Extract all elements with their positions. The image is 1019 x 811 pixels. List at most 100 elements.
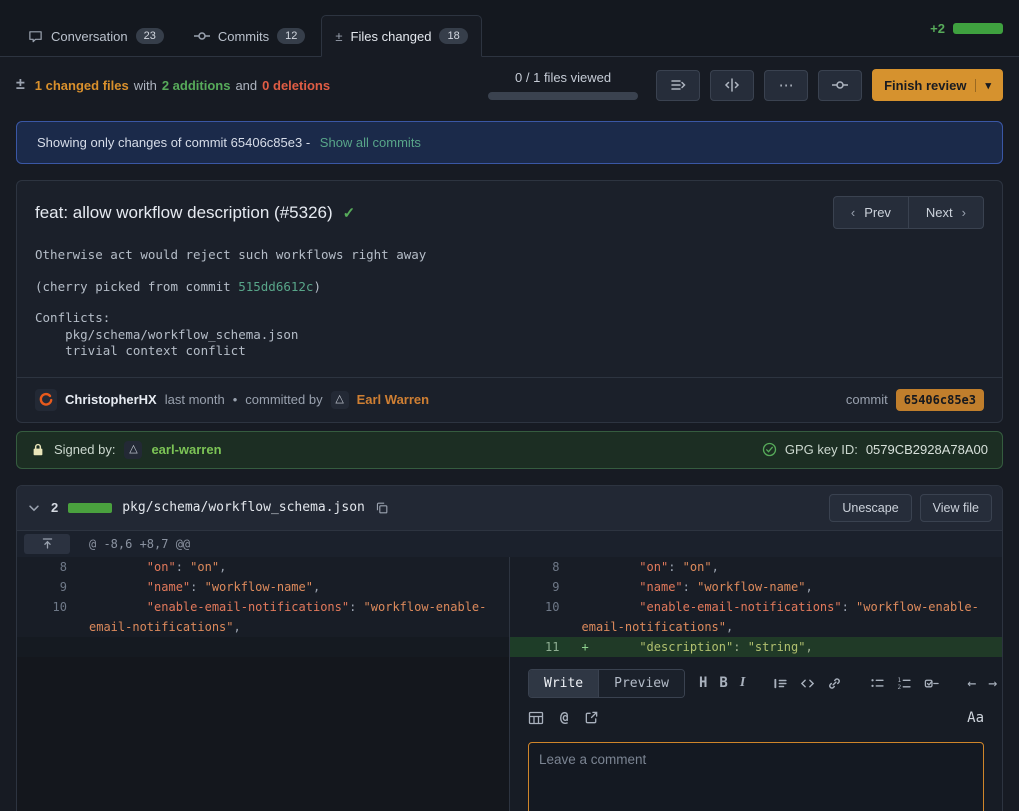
- right-code-line[interactable]: "enable-email-notifications": "workflow-…: [570, 597, 1003, 637]
- file-tree-toggle-button[interactable]: [656, 70, 700, 101]
- commit-conflicts-block: Conflicts: pkg/schema/workflow_schema.js…: [35, 310, 984, 360]
- commit-title: feat: allow workflow description (#5326): [35, 203, 333, 223]
- prev-label: Prev: [864, 205, 891, 220]
- left-code-line[interactable]: "enable-email-notifications": "workflow-…: [77, 597, 510, 637]
- review-additions-stat: +2: [930, 21, 1003, 36]
- commit-word-label: commit: [846, 392, 888, 407]
- right-code-line[interactable]: + "description": "string",: [570, 637, 1003, 657]
- pr-tab-bar: Conversation 23 Commits 12 ± Files chang…: [0, 0, 1019, 57]
- italic-icon[interactable]: I: [740, 676, 745, 690]
- commit-header: feat: allow workflow description (#5326)…: [17, 181, 1002, 239]
- notice-text: Showing only changes of commit 65406c85e…: [37, 135, 310, 150]
- write-tab[interactable]: Write: [529, 670, 598, 697]
- mention-icon[interactable]: @: [560, 711, 568, 725]
- expand-up-button[interactable]: [24, 534, 70, 554]
- show-all-commits-link[interactable]: Show all commits: [320, 135, 421, 150]
- bold-icon[interactable]: B: [719, 676, 727, 690]
- font-size-button[interactable]: Aa: [967, 711, 984, 725]
- left-line-number[interactable]: 10: [17, 597, 77, 637]
- files-viewed-bar: [488, 92, 638, 100]
- cherry-commit-link[interactable]: 515dd6612c: [238, 279, 313, 294]
- gpg-key-label: GPG key ID:: [785, 442, 858, 457]
- diff-options-button[interactable]: ⋯: [764, 70, 808, 101]
- task-list-icon[interactable]: [924, 676, 939, 691]
- code-icon[interactable]: [800, 676, 815, 691]
- diff-file-header: 2 pkg/schema/workflow_schema.json Unesca…: [17, 486, 1002, 531]
- signer-avatar[interactable]: △: [124, 441, 142, 459]
- and-word: and: [235, 78, 257, 93]
- right-line-number[interactable]: 8: [510, 557, 570, 577]
- commit-card: feat: allow workflow description (#5326)…: [16, 180, 1003, 423]
- added-sign: +: [582, 640, 589, 654]
- hunk-header-row: @ -8,6 +8,7 @@: [17, 531, 1002, 557]
- table-icon[interactable]: [528, 710, 544, 726]
- right-line-number[interactable]: 10: [510, 597, 570, 637]
- diff-file-card: 2 pkg/schema/workflow_schema.json Unesca…: [16, 485, 1003, 811]
- cherry-text-close: ): [313, 279, 321, 294]
- finish-review-button[interactable]: Finish review ▾: [872, 69, 1003, 101]
- commit-select-button[interactable]: [818, 70, 862, 101]
- bullet-list-icon[interactable]: [870, 676, 885, 691]
- right-code-line[interactable]: "on": "on",: [570, 557, 1003, 577]
- signed-by-label: Signed by:: [54, 442, 115, 457]
- left-code-line[interactable]: "name": "workflow-name",: [77, 577, 510, 597]
- tab-conversation[interactable]: Conversation 23: [14, 15, 178, 57]
- files-viewed-progress: 0 / 1 files viewed: [488, 70, 638, 100]
- link-icon[interactable]: [827, 676, 842, 691]
- redo-icon[interactable]: →: [988, 676, 997, 691]
- committer-name[interactable]: Earl Warren: [357, 392, 430, 407]
- cherry-text: (cherry picked from commit: [35, 279, 238, 294]
- signer-link[interactable]: earl-warren: [151, 442, 221, 457]
- comment-textarea[interactable]: [528, 742, 984, 811]
- editor-tabs: Write Preview: [528, 669, 685, 698]
- tab-files-changed[interactable]: ± Files changed 18: [321, 15, 481, 57]
- right-line-number[interactable]: 9: [510, 577, 570, 597]
- author-name[interactable]: ChristopherHX: [65, 392, 157, 407]
- insert-toolbar: @ Aa: [528, 710, 984, 726]
- copy-filename-icon[interactable]: [375, 501, 389, 515]
- view-file-button[interactable]: View file: [920, 494, 992, 522]
- review-diff-bar: [953, 23, 1003, 34]
- chevron-left-icon: ‹: [851, 205, 855, 220]
- prev-commit-button[interactable]: ‹ Prev: [833, 196, 909, 229]
- diff-toolbar: ± 1 changed files with 2 additions and 0…: [0, 57, 1019, 113]
- left-line-number[interactable]: [17, 637, 77, 657]
- reference-icon[interactable]: [584, 710, 599, 725]
- quote-icon[interactable]: [773, 676, 788, 691]
- unescape-button[interactable]: Unescape: [829, 494, 911, 522]
- numbered-list-icon[interactable]: 12: [897, 676, 912, 691]
- committed-by-label: committed by: [245, 392, 322, 407]
- preview-tab[interactable]: Preview: [598, 670, 684, 697]
- comment-editor: Write Preview H B I: [528, 669, 984, 811]
- undo-icon[interactable]: ←: [967, 676, 976, 691]
- left-line-number[interactable]: 8: [17, 557, 77, 577]
- committer-avatar[interactable]: △: [331, 391, 349, 409]
- commit-pager: ‹ Prev Next ›: [833, 196, 984, 229]
- diff-icon: ±: [335, 29, 342, 44]
- heading-icon[interactable]: H: [699, 676, 707, 690]
- commit-filter-notice: Showing only changes of commit 65406c85e…: [16, 121, 1003, 164]
- commit-body-line: Otherwise act would reject such workflow…: [35, 247, 984, 264]
- commit-status-check-icon[interactable]: ✓: [343, 204, 356, 222]
- left-code-line[interactable]: "on": "on",: [77, 557, 510, 577]
- right-code-line[interactable]: "name": "workflow-name",: [570, 577, 1003, 597]
- commit-icon: [194, 28, 210, 44]
- file-name[interactable]: pkg/schema/workflow_schema.json: [122, 500, 365, 515]
- deletions-count: 0 deletions: [262, 78, 330, 93]
- changed-files-link[interactable]: 1 changed files: [35, 78, 129, 93]
- left-line-number[interactable]: 9: [17, 577, 77, 597]
- author-avatar[interactable]: [35, 389, 57, 411]
- hunk-header-text: @ -8,6 +8,7 @@: [77, 531, 1002, 557]
- tab-commits-label: Commits: [218, 29, 269, 44]
- tab-commits[interactable]: Commits 12: [180, 15, 320, 57]
- left-code-line[interactable]: [77, 637, 510, 657]
- signature-banner: Signed by: △ earl-warren GPG key ID: 057…: [16, 431, 1003, 469]
- file-actions: Unescape View file: [829, 494, 992, 522]
- gpg-key-info: GPG key ID: 0579CB2928A78A00: [762, 442, 988, 457]
- fold-file-button[interactable]: [27, 501, 41, 515]
- right-line-number[interactable]: 11: [510, 637, 570, 657]
- comment-form-cell: Write Preview H B I: [510, 657, 1003, 811]
- commit-sha-badge[interactable]: 65406c85e3: [896, 389, 984, 411]
- split-view-button[interactable]: [710, 70, 754, 101]
- next-commit-button[interactable]: Next ›: [908, 196, 984, 229]
